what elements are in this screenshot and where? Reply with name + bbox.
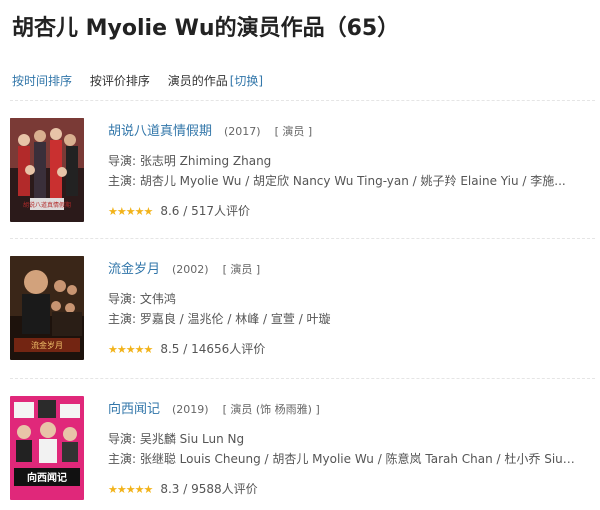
work-cast: 主演: 罗嘉良 / 温兆伦 / 林峰 / 宣萱 / 叶璇 [108, 312, 331, 326]
work-director: 导演: 文伟鸿 [108, 292, 176, 306]
rating-score: 8.5 [160, 342, 180, 356]
work-role: [ 演员 ] [274, 125, 313, 138]
work-year: (2002) [172, 263, 209, 276]
work-title-link[interactable]: 流金岁月 [108, 262, 160, 277]
work-director: 导演: 张志明 Zhiming Zhang [108, 154, 272, 168]
work-rating: ★★★★★ 8.3 / 9588人评价 [108, 480, 258, 497]
rating-votes: / 14656人评价 [183, 342, 266, 356]
star-rating-icon: ★★★★★ [108, 343, 153, 356]
poster-2-title-text: 流金岁月 [31, 340, 63, 350]
work-cast: 主演: 张继聪 Louis Cheung / 胡杏儿 Myolie Wu / 陈… [108, 452, 578, 466]
tab-sort-by-rating[interactable]: 按评价排序 [90, 74, 150, 88]
work-year: (2019) [172, 403, 209, 416]
work-rating: ★★★★★ 8.5 / 14656人评价 [108, 340, 265, 357]
work-item: 胡说八道真情假期 胡说八道真情假期 (2017) [ 演员 ] 导演: 张志明 Zh… [10, 118, 595, 228]
rating-votes: / 517人评价 [183, 204, 250, 218]
work-role: [ 演员 ] [222, 263, 261, 276]
work-title-link[interactable]: 向西闻记 [108, 402, 160, 417]
divider [10, 238, 595, 239]
work-role: [ 演员 (饰 杨雨雅) ] [222, 403, 320, 416]
divider [10, 378, 595, 379]
sort-tabs: 按时间排序 按评价排序 演员的作品 [切换] [12, 72, 291, 89]
work-director: 导演: 吴兆麟 Siu Lun Ng [108, 432, 245, 446]
work-cast: 主演: 胡杏儿 Myolie Wu / 胡定欣 Nancy Wu Ting-ya… [108, 174, 566, 188]
poster-3-title-text: 向西闻记 [27, 471, 67, 484]
page-title: 胡杏儿 Myolie Wu的演员作品（65） [12, 16, 400, 41]
work-title-row: 流金岁月 (2002) [ 演员 ] [108, 258, 260, 277]
poster-3-graphic: 向西闻记 [10, 396, 84, 500]
poster-2-graphic: 流金岁月 [10, 256, 84, 360]
work-title-row: 向西闻记 (2019) [ 演员 (饰 杨雨雅) ] [108, 398, 320, 417]
rating-score: 8.6 [160, 204, 180, 218]
work-item: 流金岁月 流金岁月 (2002) [ 演员 ] 导演: 文伟鸿 主演: 罗嘉良 / … [10, 256, 595, 366]
star-rating-icon: ★★★★★ [108, 483, 153, 496]
poster-1-graphic: 胡说八道真情假期 [10, 118, 84, 222]
work-title-link[interactable]: 胡说八道真情假期 [108, 124, 212, 139]
actor-works-text: 演员的作品 [167, 74, 228, 88]
poster-image[interactable]: 胡说八道真情假期 [10, 118, 84, 222]
divider [10, 100, 595, 101]
work-title-row: 胡说八道真情假期 (2017) [ 演员 ] [108, 120, 312, 139]
work-rating: ★★★★★ 8.6 / 517人评价 [108, 202, 250, 219]
work-item: 向西闻记 向西闻记 (2019) [ 演员 (饰 杨雨雅) ] 导演: 吴兆麟 Si… [10, 396, 595, 506]
tab-sort-by-time[interactable]: 按时间排序 [12, 74, 72, 88]
switch-link[interactable]: [切换] [230, 74, 263, 88]
poster-image[interactable]: 向西闻记 [10, 396, 84, 500]
actor-works-label: 演员的作品 [切换] [168, 74, 277, 88]
work-year: (2017) [224, 125, 261, 138]
star-rating-icon: ★★★★★ [108, 205, 153, 218]
poster-1-title-text: 胡说八道真情假期 [23, 201, 71, 209]
rating-votes: / 9588人评价 [183, 482, 258, 496]
rating-score: 8.3 [160, 482, 180, 496]
poster-image[interactable]: 流金岁月 [10, 256, 84, 360]
